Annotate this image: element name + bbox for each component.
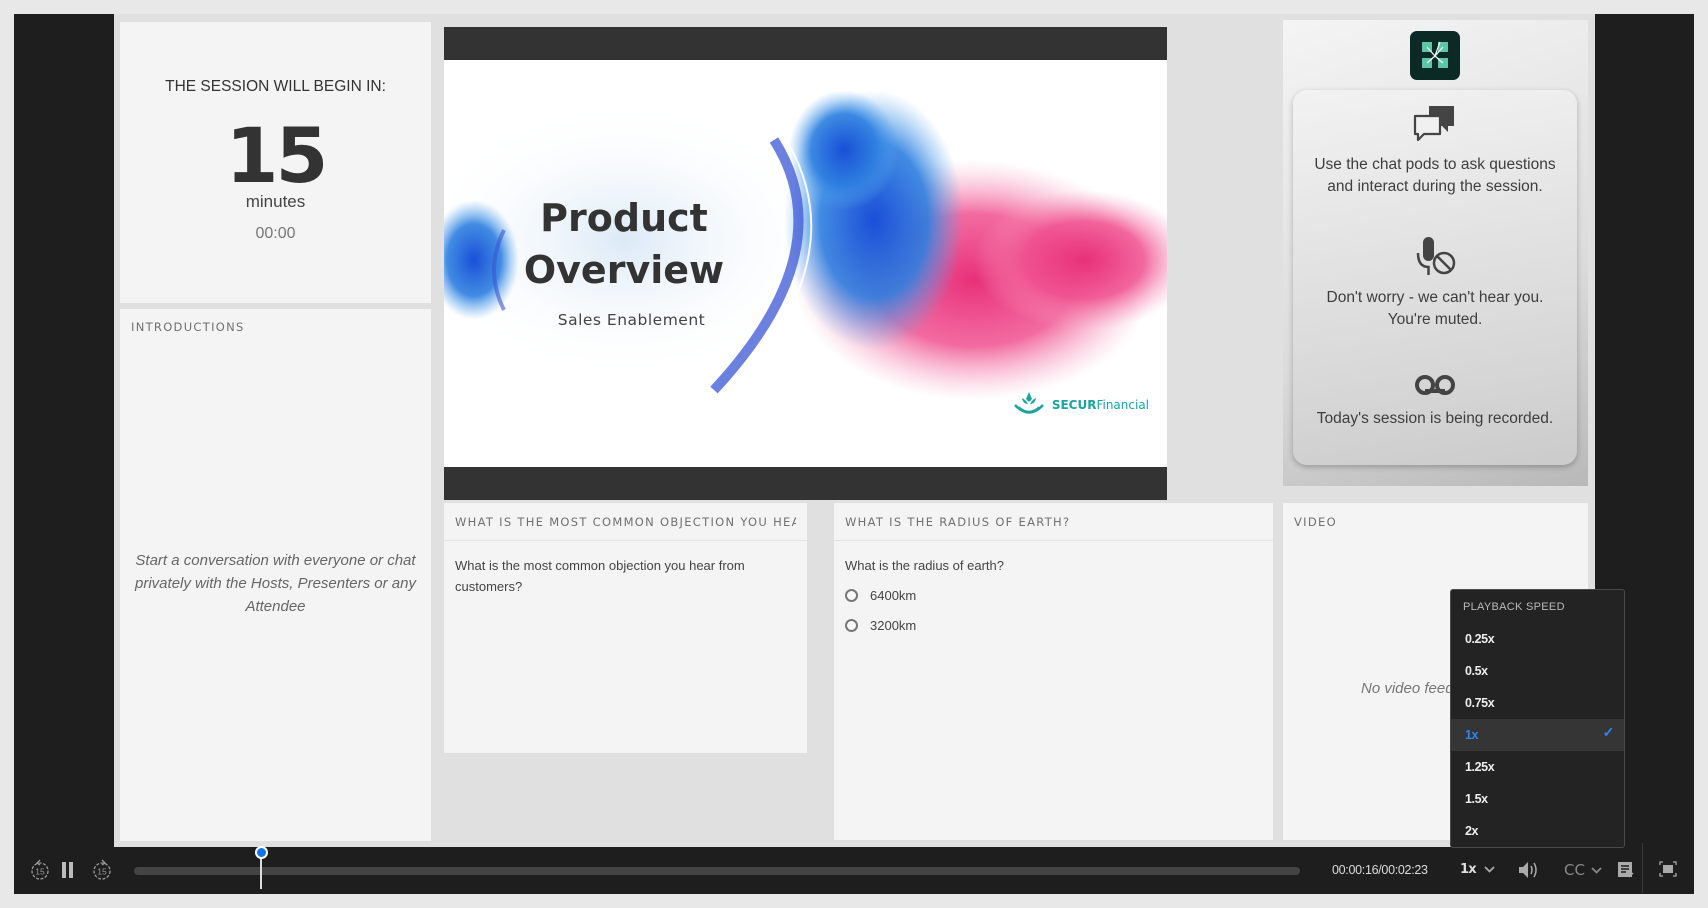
speed-option-0.5x[interactable]: 0.5x [1451,655,1624,687]
closed-captions-button[interactable]: CC [1564,861,1602,879]
slide-title-line: Product [540,196,708,240]
chevron-down-icon [1591,866,1602,874]
transcript-icon [1618,862,1634,878]
leaf-logo-icon [1013,392,1044,414]
countdown-pod: THE SESSION WILL BEGIN IN: 15 minutes 00… [120,22,431,303]
answer-label: 6400km [870,588,917,603]
chat-empty-hint: Start a conversation with everyone or ch… [135,552,416,615]
question-body: What is the radius of earth? 6400km 3200… [834,541,1273,650]
speed-option-2x[interactable]: 2x [1451,815,1624,847]
slide-title: Product Overview [504,192,744,296]
speed-option-0.25x[interactable]: 0.25x [1451,623,1624,655]
letterbox-top [444,27,1167,60]
countdown-value: 15 [225,111,329,200]
info-text: Don't worry - we can't hear you. You're … [1326,289,1544,328]
chevron-down-icon [1484,866,1495,873]
pod-title: VIDEO [1294,514,1337,529]
cc-label: CC [1564,861,1585,879]
info-text: Use the chat pods to ask questions and i… [1314,156,1556,195]
introductions-chat-pod: INTRODUCTIONS Start a conversation with … [120,309,431,841]
pause-icon [62,862,73,878]
playback-speed-button[interactable]: 1x [1460,862,1495,877]
question-text: What is the most common objection you he… [455,558,745,594]
pause-button[interactable] [62,862,74,882]
letterbox-bottom [444,467,1167,500]
answer-option[interactable]: 6400km [845,585,1262,606]
brand-logo: SECURFinancial [1012,390,1149,420]
radio-button[interactable] [845,589,858,602]
scrubber-handle[interactable] [254,846,268,859]
slide-subtitle: Sales Enablement [557,311,706,329]
forward-15-icon: 15 [93,859,111,880]
session-info-card: Use the chat pods to ask questions and i… [1293,90,1577,465]
answer-label: 3200km [870,618,917,633]
countdown-label: THE SESSION WILL BEGIN IN: [165,78,386,95]
session-info-panel: Use the chat pods to ask questions and i… [1283,20,1588,486]
forward-15-button[interactable]: 15 [92,859,112,885]
question-pod-radius: WHAT IS THE RADIUS OF EARTH? What is the… [834,503,1273,840]
pod-title: WHAT IS THE MOST COMMON OBJECTION YOU HE… [455,514,796,529]
question-text: What is the radius of earth? [845,558,1004,573]
no-video-feed-text: No video feed [1361,680,1454,697]
playback-speed-menu: PLAYBACK SPEED 0.25x 0.5x 0.75x 1x ✓ 1.25… [1450,589,1625,848]
rewind-15-icon: 15 [31,859,49,880]
volume-button[interactable] [1518,861,1538,883]
slide-title-line: Overview [523,248,725,292]
svg-text:15: 15 [35,867,45,877]
fullscreen-icon [1659,861,1677,877]
speed-option-1.5x[interactable]: 1.5x [1451,783,1624,815]
progress-bar[interactable] [134,867,1300,875]
share-pod-slide: Product Overview Sales Enablement SECURF… [444,27,1167,500]
adobe-connect-logo-icon [1410,31,1460,80]
time-readout: 00:00:16/00:02:23 [1332,863,1428,877]
pod-title: WHAT IS THE RADIUS OF EARTH? [845,514,1071,529]
speed-value: 1x [1460,862,1477,877]
info-item-chat: Use the chat pods to ask questions and i… [1293,104,1577,198]
brand-name: SECURFinancial [1051,398,1149,412]
pod-header: VIDEO [1283,503,1588,540]
pod-header: WHAT IS THE RADIUS OF EARTH? [834,503,1273,541]
recording-icon [1415,375,1455,395]
countdown-clock: 00:00 [255,225,296,242]
speed-option-1x[interactable]: 1x ✓ [1451,719,1624,751]
checkmark-icon: ✓ [1602,724,1615,740]
info-item-recording: Today's session is being recorded. [1293,372,1577,430]
rewind-15-button[interactable]: 15 [30,859,50,885]
fullscreen-button[interactable] [1659,861,1677,881]
answer-option[interactable]: 3200km [845,615,1262,636]
speed-option-0.75x[interactable]: 0.75x [1451,687,1624,719]
question-pod-objection: WHAT IS THE MOST COMMON OBJECTION YOU HE… [444,503,807,753]
control-divider [1642,843,1643,893]
pod-header: WHAT IS THE MOST COMMON OBJECTION YOU HE… [444,503,807,541]
pod-title: INTRODUCTIONS [131,320,245,334]
info-item-muted: Don't worry - we can't hear you. You're … [1293,235,1577,331]
chat-bubbles-icon [1413,106,1454,142]
speed-option-1.25x[interactable]: 1.25x [1451,751,1624,783]
playback-control-bar: 15 15 00:00:16/00:02:23 1x CC [14,843,1694,894]
info-text: Today's session is being recorded. [1316,410,1554,427]
volume-icon [1519,862,1537,878]
transcript-button[interactable] [1618,862,1634,882]
countdown-unit: minutes [245,192,306,211]
radio-button[interactable] [845,619,858,632]
microphone-muted-icon [1416,237,1456,275]
svg-text:15: 15 [97,867,107,877]
menu-title: PLAYBACK SPEED [1463,601,1565,613]
